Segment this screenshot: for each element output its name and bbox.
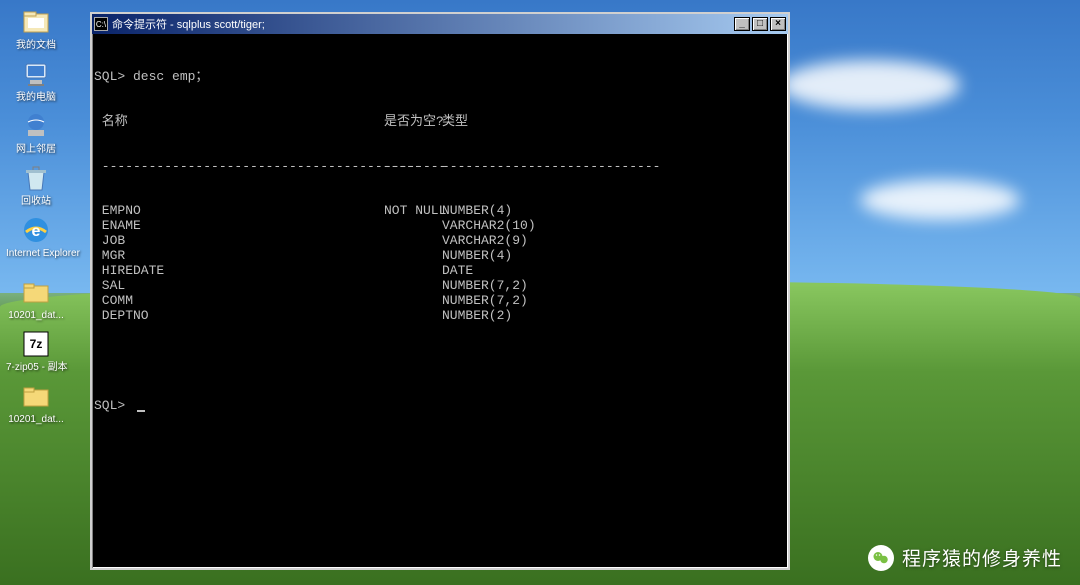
column-type: NUMBER(7,2) [442, 279, 786, 294]
desktop-icon-my-documents[interactable]: 我的文档 [6, 6, 66, 51]
column-type: VARCHAR2(9) [442, 234, 786, 249]
table-row: EMPNONOT NULLNUMBER(4) [94, 204, 786, 219]
close-button[interactable]: × [770, 17, 786, 31]
desktop-icon-internet-explorer[interactable]: e Internet Explorer [6, 214, 66, 259]
table-row: MGR NUMBER(4) [94, 249, 786, 264]
minimize-button[interactable]: _ [734, 17, 750, 31]
internet-explorer-icon: e [20, 214, 52, 246]
desktop-icon-label: 我的电脑 [6, 92, 66, 103]
table-row: COMM NUMBER(7,2) [94, 294, 786, 309]
desktop-icon-label: 7-zip05 - 副本 [6, 362, 66, 373]
desktop-icon-folder-1[interactable]: 10201_dat... [6, 276, 66, 321]
terminal-prompt: SQL> [94, 399, 786, 414]
table-row: DEPTNO NUMBER(2) [94, 309, 786, 324]
divider: ----------------------------------------… [94, 160, 384, 175]
table-row: HIREDATE DATE [94, 264, 786, 279]
desktop-icon-my-computer[interactable]: 我的电脑 [6, 58, 66, 103]
command-prompt-window: C:\ 命令提示符 - sqlplus scott/tiger; _ □ × S… [90, 12, 790, 570]
column-name: EMPNO [94, 204, 384, 219]
column-type: NUMBER(4) [442, 204, 786, 219]
terminal-header-row: 名称 是否为空? 类型 [94, 115, 786, 130]
folder-2-icon [20, 380, 52, 412]
column-type: NUMBER(7,2) [442, 294, 786, 309]
cursor [137, 410, 145, 412]
desktop-icon-network-places[interactable]: 网上邻居 [6, 110, 66, 155]
desktop-icon-label: 10201_dat... [6, 310, 66, 321]
header-name: 名称 [94, 115, 384, 130]
recycle-bin-icon [20, 162, 52, 194]
table-row: ENAME VARCHAR2(10) [94, 219, 786, 234]
network-places-icon [20, 110, 52, 142]
divider: -------- [384, 160, 442, 175]
folder-1-icon [20, 276, 52, 308]
desktop-icon-folder-2[interactable]: 10201_dat... [6, 380, 66, 425]
column-nullable [384, 294, 442, 309]
column-nullable [384, 219, 442, 234]
column-name: HIREDATE [94, 264, 384, 279]
desktop-icon-label: Internet Explorer [6, 248, 66, 259]
desktop-icon-label: 网上邻居 [6, 144, 66, 155]
column-type: NUMBER(2) [442, 309, 786, 324]
column-nullable [384, 264, 442, 279]
terminal-content[interactable]: SQL> desc emp； 名称 是否为空? 类型 -------------… [92, 34, 788, 449]
column-name: MGR [94, 249, 384, 264]
column-name: DEPTNO [94, 309, 384, 324]
desktop-icon-label: 我的文档 [6, 40, 66, 51]
column-nullable [384, 249, 442, 264]
header-type: 类型 [442, 115, 786, 130]
desktop-icon-label: 回收站 [6, 196, 66, 207]
terminal-divider-row: ----------------------------------------… [94, 160, 786, 175]
titlebar-buttons: _ □ × [734, 17, 786, 31]
my-computer-icon [20, 58, 52, 90]
column-nullable: NOT NULL [384, 204, 442, 219]
column-name: SAL [94, 279, 384, 294]
column-nullable [384, 234, 442, 249]
column-type: DATE [442, 264, 786, 279]
header-null: 是否为空? [384, 115, 442, 130]
desktop-icon-recycle-bin[interactable]: 回收站 [6, 162, 66, 207]
terminal-line: SQL> desc emp； [94, 70, 786, 85]
wechat-icon [868, 545, 894, 571]
svg-text:7z: 7z [30, 337, 43, 351]
my-documents-icon [20, 6, 52, 38]
column-name: ENAME [94, 219, 384, 234]
column-nullable [384, 279, 442, 294]
desktop-icon-label: 10201_dat... [6, 414, 66, 425]
column-nullable [384, 309, 442, 324]
maximize-button[interactable]: □ [752, 17, 768, 31]
column-name: JOB [94, 234, 384, 249]
watermark: 程序猿的修身养性 [868, 544, 1062, 571]
titlebar-icon: C:\ [94, 17, 108, 31]
7zip-icon: 7z [20, 328, 52, 360]
table-row: JOB VARCHAR2(9) [94, 234, 786, 249]
titlebar-text: 命令提示符 - sqlplus scott/tiger; [112, 16, 734, 32]
terminal-blank-line [94, 354, 786, 369]
desktop-icon-7zip[interactable]: 7z 7-zip05 - 副本 [6, 328, 66, 373]
svg-text:e: e [32, 223, 41, 240]
table-row: SAL NUMBER(7,2) [94, 279, 786, 294]
column-name: COMM [94, 294, 384, 309]
column-type: VARCHAR2(10) [442, 219, 786, 234]
column-type: NUMBER(4) [442, 249, 786, 264]
divider: ---------------------------- [442, 160, 786, 175]
titlebar[interactable]: C:\ 命令提示符 - sqlplus scott/tiger; _ □ × [92, 14, 788, 34]
watermark-text: 程序猿的修身养性 [902, 544, 1062, 571]
